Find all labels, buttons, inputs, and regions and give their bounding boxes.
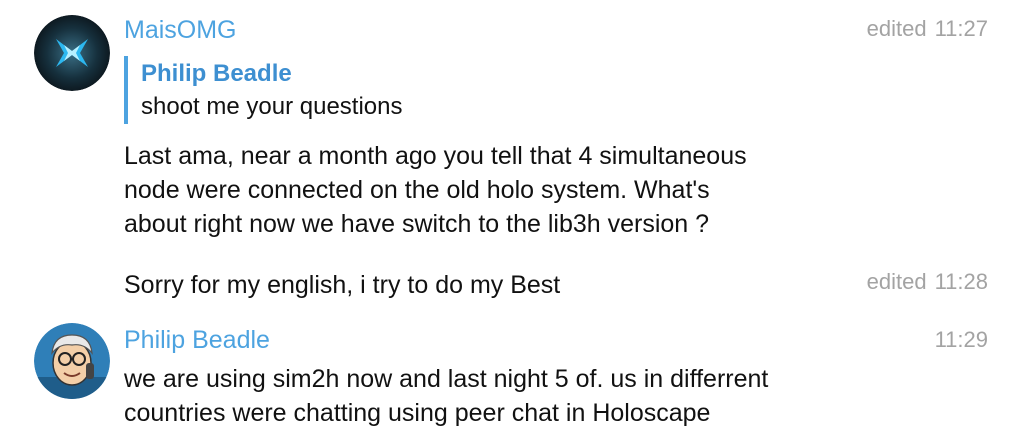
message-line: node were connected on the old holo syst…: [124, 176, 710, 204]
sender-name[interactable]: MaisOMG: [124, 16, 237, 45]
message-time: 11:29: [934, 327, 988, 352]
message-text: we are using sim2h now and last night 5 …: [124, 362, 768, 430]
avatar-maisomg[interactable]: [34, 15, 110, 91]
message-line: we are using sim2h now and last night 5 …: [124, 365, 769, 393]
message-text: Sorry for my english, i try to do my Bes…: [124, 271, 561, 299]
edited-label: edited: [866, 16, 927, 41]
message-meta: edited 11:27: [859, 16, 988, 42]
message-line: Last ama, near a month ago you tell that…: [124, 142, 747, 170]
reply-quote[interactable]: Philip Beadle shoot me your questions: [124, 56, 402, 124]
message-meta: edited 11:28: [859, 269, 988, 295]
message-line: countries were chatting using peer chat …: [124, 399, 711, 427]
message-time: 11:28: [934, 269, 988, 294]
message-meta: 11:29: [927, 327, 988, 353]
avatar-philip-beadle[interactable]: [34, 323, 110, 399]
avatar-philip-beadle-image: [34, 323, 110, 399]
avatar-maisomg-image: [34, 15, 110, 91]
edited-label: edited: [866, 269, 927, 294]
message-time: 11:27: [934, 16, 988, 41]
reply-text: shoot me your questions: [141, 93, 403, 120]
message-text: Last ama, near a month ago you tell that…: [124, 139, 747, 241]
reply-sender-name: Philip Beadle: [141, 60, 292, 87]
sender-name[interactable]: Philip Beadle: [124, 326, 270, 355]
message-line: about right now we have switch to the li…: [124, 210, 710, 238]
